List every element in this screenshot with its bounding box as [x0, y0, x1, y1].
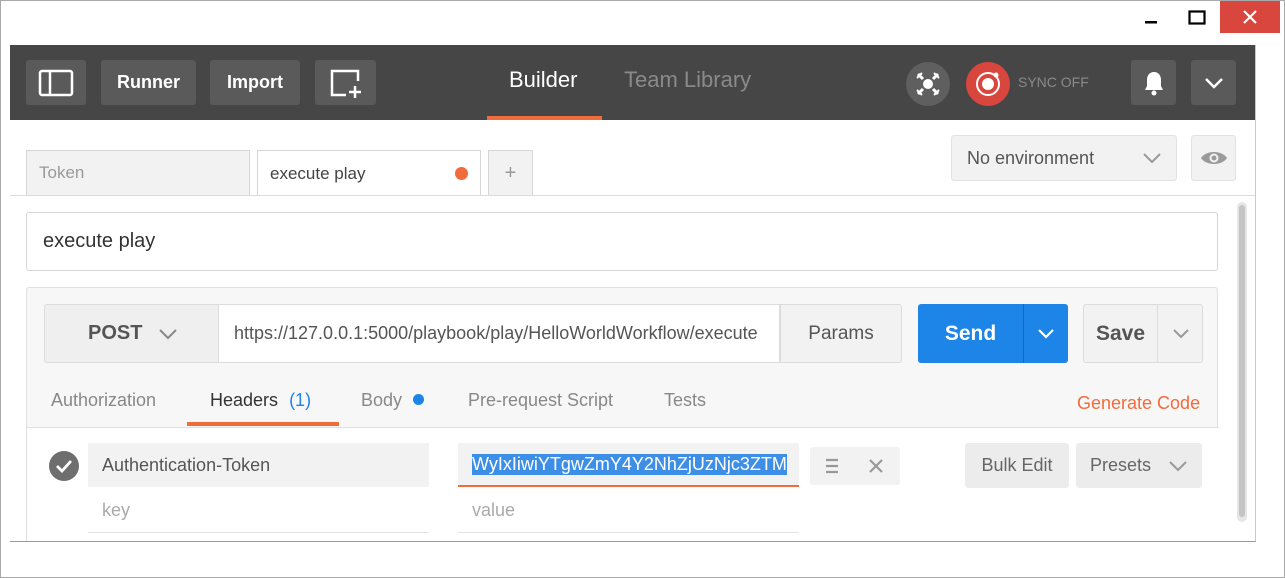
generate-code-link[interactable]: Generate Code [1077, 393, 1200, 414]
chevron-down-icon [1143, 153, 1161, 164]
environment-quick-look-button[interactable] [1191, 135, 1236, 181]
chevron-down-icon [1172, 329, 1189, 339]
builder-tab-indicator [487, 116, 602, 120]
close-icon [1243, 10, 1257, 24]
request-builder-panel: POST https://127.0.0.1:5000/playbook/pla… [26, 287, 1219, 541]
save-button-group: Save [1083, 304, 1203, 363]
sidebar-toggle-button[interactable] [26, 60, 86, 105]
runner-label: Runner [117, 72, 180, 92]
body-indicator-dot [413, 394, 425, 405]
presets-button[interactable]: Presets [1076, 443, 1202, 488]
eye-icon [1200, 152, 1227, 164]
delete-header-icon[interactable] [868, 458, 884, 478]
environment-select[interactable]: No environment [951, 135, 1177, 181]
url-text: https://127.0.0.1:5000/playbook/play/Hel… [234, 323, 758, 343]
bulk-edit-label: Bulk Edit [981, 455, 1053, 475]
tab-authorization[interactable]: Authorization [51, 390, 156, 411]
headers-count-badge: (1) [289, 390, 312, 410]
save-label: Save [1095, 321, 1146, 345]
checkmark-icon [56, 460, 73, 473]
new-window-icon [330, 69, 361, 98]
header-key-cell[interactable]: Authentication-Token [88, 443, 429, 487]
notifications-button[interactable] [1131, 60, 1176, 105]
tab-headers[interactable]: Headers (1) [210, 390, 311, 411]
satellite-icon [916, 72, 940, 96]
minimize-button[interactable] [1128, 1, 1174, 35]
tab-pre-request-script-label: Pre-request Script [468, 390, 614, 410]
chevron-down-icon [1038, 329, 1054, 339]
import-button[interactable]: Import [210, 60, 300, 105]
header-key-text: Authentication-Token [102, 454, 271, 475]
request-tab-execute-play-label: execute play [270, 163, 366, 183]
header-value-text: WyIxIiwiYTgwZmY4Y2NhZjUzNjc3ZTM [472, 453, 787, 475]
import-label: Import [227, 72, 283, 92]
save-button[interactable]: Save [1084, 305, 1157, 362]
send-label: Send [944, 321, 997, 345]
url-input[interactable]: https://127.0.0.1:5000/playbook/play/Hel… [218, 304, 780, 363]
new-header-value-input[interactable] [458, 489, 799, 533]
save-options-button[interactable] [1158, 305, 1203, 362]
request-tab-execute-play[interactable]: execute play [257, 150, 481, 196]
header-value-cell[interactable]: WyIxIiwiYTgwZmY4Y2NhZjUzNjc3ZTM [458, 443, 799, 487]
tab-builder-label: Builder [509, 67, 578, 92]
presets-label: Presets [1090, 455, 1152, 475]
tab-authorization-label: Authorization [51, 390, 157, 410]
drag-handle-icon[interactable] [825, 458, 839, 478]
headers-tab-indicator [187, 422, 339, 426]
new-window-button[interactable] [315, 60, 376, 105]
minimize-icon [1145, 21, 1157, 24]
request-tab-token[interactable]: Token [26, 150, 250, 195]
params-label: Params [808, 322, 874, 344]
send-button-group: Send [918, 304, 1068, 363]
interceptor-button[interactable] [906, 62, 950, 106]
unsaved-indicator-dot [455, 167, 468, 180]
tab-body-label: Body [361, 390, 403, 410]
tab-headers-label: Headers [210, 390, 279, 410]
request-tab-token-label: Token [39, 163, 85, 182]
chevron-down-icon [1169, 461, 1187, 472]
chevron-down-icon [1204, 77, 1223, 89]
sidebar-icon [38, 69, 74, 96]
header-bar: Runner Import Builder Team Library SYNC … [10, 45, 1255, 120]
add-tab-icon: + [504, 161, 517, 184]
add-tab-button[interactable]: + [488, 150, 533, 195]
request-name-field[interactable]: execute play [26, 212, 1218, 271]
bulk-edit-button[interactable]: Bulk Edit [965, 443, 1069, 488]
environment-selected-label: No environment [967, 147, 1095, 168]
method-label: POST [88, 322, 143, 344]
runner-button[interactable]: Runner [101, 60, 196, 105]
sync-status-text: SYNC OFF [1018, 74, 1089, 90]
method-select[interactable]: POST [44, 304, 218, 363]
sync-icon [976, 72, 1000, 96]
header-enabled-checkbox[interactable] [49, 451, 79, 481]
scrollbar-thumb[interactable] [1239, 205, 1245, 517]
postman-app: Runner Import Builder Team Library SYNC … [10, 45, 1256, 542]
tab-tests[interactable]: Tests [664, 390, 706, 411]
params-button[interactable]: Params [780, 304, 902, 363]
tab-team-library[interactable]: Team Library [624, 67, 751, 93]
tab-body[interactable]: Body [361, 390, 425, 411]
tab-tests-label: Tests [664, 390, 707, 410]
send-options-button[interactable] [1024, 304, 1068, 363]
sync-button[interactable] [966, 62, 1010, 106]
tab-team-library-label: Team Library [624, 67, 752, 92]
window-controls [1128, 1, 1284, 37]
headers-editor: Authentication-Token WyIxIiwiYTgwZmY4Y2N… [27, 428, 1219, 541]
tab-pre-request-script[interactable]: Pre-request Script [468, 390, 613, 411]
bell-icon [1144, 71, 1163, 95]
settings-menu-button[interactable] [1191, 60, 1236, 105]
tabs-divider [10, 195, 1255, 196]
close-button[interactable] [1220, 1, 1280, 33]
chevron-down-icon [159, 329, 177, 340]
send-button[interactable]: Send [918, 304, 1023, 363]
new-header-key-input[interactable] [88, 489, 429, 533]
header-row-actions [810, 447, 900, 485]
maximize-button[interactable] [1174, 1, 1220, 35]
maximize-icon [1188, 10, 1206, 25]
tab-builder[interactable]: Builder [509, 67, 577, 93]
request-name-text: execute play [43, 230, 156, 252]
